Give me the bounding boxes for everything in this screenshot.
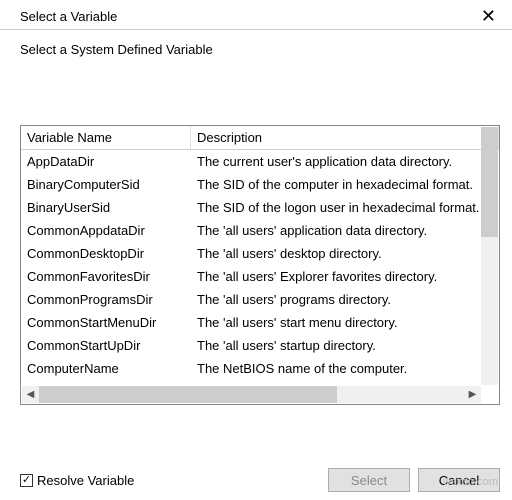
table-row[interactable]: CommonFavoritesDirThe 'all users' Explor…: [21, 265, 499, 288]
watermark-text: wsxdn.com: [443, 476, 498, 488]
cell-variable-name: CommonDesktopDir: [21, 244, 191, 263]
cell-variable-name: AppDataDir: [21, 152, 191, 171]
cell-variable-name: CommonProgramsDir: [21, 290, 191, 309]
table-header: Variable Name Description: [21, 126, 499, 150]
table-row[interactable]: ComputerNameThe NetBIOS name of the comp…: [21, 357, 499, 380]
horizontal-scrollbar[interactable]: ◀ ▶: [22, 386, 481, 403]
title-bar: Select a Variable ✕: [0, 0, 512, 30]
table-row[interactable]: CommonStartUpDirThe 'all users' startup …: [21, 334, 499, 357]
cell-variable-name: CommonFavoritesDir: [21, 267, 191, 286]
table-row[interactable]: BinaryComputerSidThe SID of the computer…: [21, 173, 499, 196]
vertical-scroll-thumb[interactable]: [481, 127, 498, 237]
select-button[interactable]: Select: [328, 468, 410, 492]
cell-variable-name: BinaryComputerSid: [21, 175, 191, 194]
resolve-variable-checkbox[interactable]: ✓ Resolve Variable: [20, 473, 134, 488]
cell-description: The 'all users' Explorer favorites direc…: [191, 267, 499, 286]
cell-variable-name: ComputerName: [21, 359, 191, 378]
table-body: AppDataDirThe current user's application…: [21, 150, 499, 385]
cell-description: The 'all users' desktop directory.: [191, 244, 499, 263]
cell-description: The SID of the computer in hexadecimal f…: [191, 175, 499, 194]
window-title: Select a Variable: [20, 9, 117, 24]
cell-variable-name: CommonAppdataDir: [21, 221, 191, 240]
cell-description: The 'all users' start menu directory.: [191, 313, 499, 332]
cell-description: The 'all users' application data directo…: [191, 221, 499, 240]
bottom-row: ✓ Resolve Variable Select Cancel: [20, 468, 500, 492]
close-icon[interactable]: ✕: [473, 6, 504, 27]
table-row[interactable]: CommonStartMenuDirThe 'all users' start …: [21, 311, 499, 334]
cell-variable-name: BinaryUserSid: [21, 198, 191, 217]
column-header-description[interactable]: Description: [191, 126, 499, 149]
table-row[interactable]: BinaryUserSidThe SID of the logon user i…: [21, 196, 499, 219]
resolve-variable-label: Resolve Variable: [37, 473, 134, 488]
checkbox-icon[interactable]: ✓: [20, 474, 33, 487]
scroll-right-icon[interactable]: ▶: [464, 386, 481, 403]
cell-variable-name: CommonStartUpDir: [21, 336, 191, 355]
table-row[interactable]: CommonProgramsDirThe 'all users' program…: [21, 288, 499, 311]
vertical-scrollbar[interactable]: [481, 127, 498, 385]
cell-variable-name: CommonStartMenuDir: [21, 313, 191, 332]
horizontal-scroll-thumb[interactable]: [39, 386, 337, 403]
cell-description: The NetBIOS name of the computer.: [191, 359, 499, 378]
cell-description: The 'all users' startup directory.: [191, 336, 499, 355]
column-header-name[interactable]: Variable Name: [21, 126, 191, 149]
cell-description: The current user's application data dire…: [191, 152, 499, 171]
table-row[interactable]: AppDataDirThe current user's application…: [21, 150, 499, 173]
horizontal-scroll-track[interactable]: [39, 386, 464, 403]
table-row[interactable]: CommonDesktopDirThe 'all users' desktop …: [21, 242, 499, 265]
subtitle-label: Select a System Defined Variable: [0, 30, 512, 57]
cell-description: The SID of the logon user in hexadecimal…: [191, 198, 499, 217]
scroll-left-icon[interactable]: ◀: [22, 386, 39, 403]
table-row[interactable]: CommonAppdataDirThe 'all users' applicat…: [21, 219, 499, 242]
variable-table: Variable Name Description AppDataDirThe …: [20, 125, 500, 405]
cell-description: The 'all users' programs directory.: [191, 290, 499, 309]
